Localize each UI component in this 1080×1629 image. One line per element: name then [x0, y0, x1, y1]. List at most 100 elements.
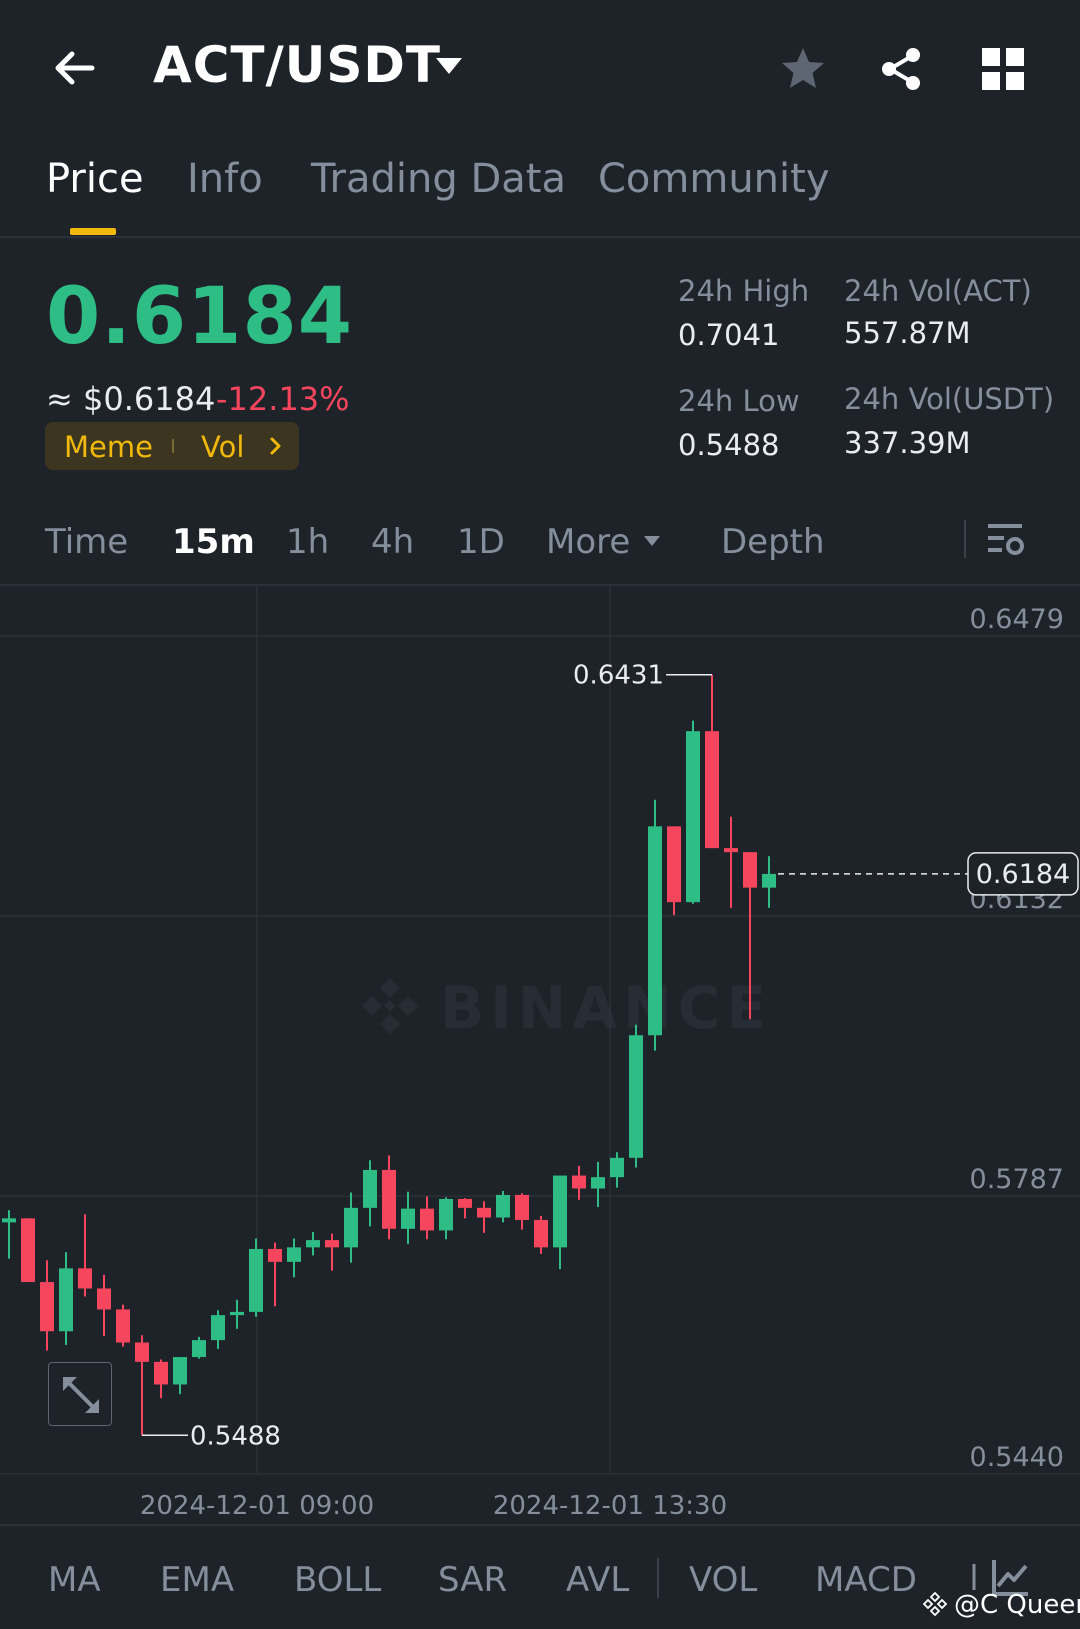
candle-body	[344, 1207, 358, 1248]
24h-low-label: 24h Low	[678, 384, 800, 418]
y-tick: 0.6479	[970, 604, 1064, 635]
candle-body	[78, 1268, 92, 1289]
binance-watermark: BINANCE	[362, 974, 772, 1042]
candle-body	[230, 1311, 244, 1316]
24h-vol-usdt-label: 24h Vol(USDT)	[844, 382, 1055, 416]
candle-body	[363, 1169, 377, 1208]
candle-body	[591, 1177, 605, 1189]
pair-dropdown-icon[interactable]	[432, 52, 466, 82]
interval-time[interactable]: Time	[45, 522, 128, 562]
min-annotation: 0.5488	[142, 1421, 281, 1451]
top-bar: ACT/USDT	[0, 0, 1080, 140]
active-tab-indicator	[70, 228, 116, 235]
candle-body	[724, 848, 738, 853]
candle-body	[192, 1340, 206, 1358]
interval-1h[interactable]: 1h	[286, 522, 329, 562]
candle-body	[610, 1157, 624, 1178]
current-price-label: 0.6184	[976, 859, 1070, 890]
candles	[2, 674, 776, 1436]
candle-body	[648, 826, 662, 1036]
candle-body	[496, 1194, 510, 1218]
tag-separator	[172, 439, 174, 453]
24h-low-value: 0.5488	[678, 428, 780, 462]
candle-body	[2, 1218, 16, 1223]
candle-body	[458, 1198, 472, 1208]
candle-body	[97, 1288, 111, 1310]
tag-vol[interactable]: Vol	[201, 430, 244, 464]
indicator-vol[interactable]: VOL	[689, 1560, 757, 1600]
candle-body	[154, 1361, 168, 1385]
candle-body	[306, 1240, 320, 1248]
binance-logo-icon	[922, 1590, 954, 1620]
candle-body	[515, 1194, 529, 1220]
divider	[0, 236, 1080, 238]
candle-body	[135, 1342, 149, 1362]
candle-body	[629, 1035, 643, 1158]
indicator-ma[interactable]: MA	[48, 1560, 101, 1600]
share-icon[interactable]	[876, 44, 926, 94]
candle-body	[667, 826, 681, 903]
x-tick: 2024-12-01 09:00	[140, 1491, 374, 1521]
divider	[964, 520, 966, 558]
max-annotation: 0.6431	[573, 661, 712, 691]
candle-body	[325, 1240, 339, 1248]
price-change-percent: -12.13%	[216, 380, 350, 418]
y-tick: 0.5440	[970, 1442, 1064, 1473]
candle-body	[762, 873, 776, 888]
candlestick-chart[interactable]: BINANCE 0.6479 0.6132 0.5787 0.5440 2024…	[0, 586, 1080, 1524]
24h-vol-act-value: 557.87M	[844, 316, 971, 350]
indicator-macd[interactable]: MACD	[815, 1560, 917, 1600]
tab-price[interactable]: Price	[46, 156, 144, 202]
depth-tab[interactable]: Depth	[721, 522, 825, 562]
chart-settings-icon[interactable]	[986, 520, 1026, 560]
interval-more[interactable]: More	[546, 522, 630, 562]
interval-4h[interactable]: 4h	[371, 522, 414, 562]
credit-text: @C Queen	[954, 1590, 1080, 1620]
indicator-avl[interactable]: AVL	[566, 1560, 629, 1600]
24h-high-value: 0.7041	[678, 318, 780, 352]
candle-body	[116, 1309, 130, 1343]
favorite-star-icon[interactable]	[778, 44, 828, 94]
tag-meme[interactable]: Meme	[64, 430, 153, 464]
candle-body	[249, 1248, 263, 1312]
candle-body	[268, 1248, 282, 1262]
fullscreen-expand-icon[interactable]	[48, 1362, 112, 1426]
indicator-sar[interactable]: SAR	[438, 1560, 507, 1600]
24h-high-label: 24h High	[678, 274, 810, 308]
tab-info[interactable]: Info	[187, 156, 263, 202]
24h-vol-usdt-value: 337.39M	[844, 426, 971, 460]
x-tick: 2024-12-01 13:30	[493, 1491, 727, 1521]
tag-row[interactable]: Meme Vol	[45, 422, 299, 470]
interval-15m[interactable]: 15m	[172, 522, 255, 562]
interval-1d[interactable]: 1D	[457, 522, 505, 562]
last-price: 0.6184	[46, 272, 353, 362]
tab-community[interactable]: Community	[598, 156, 830, 202]
candle-body	[705, 731, 719, 849]
more-dropdown-icon[interactable]	[642, 533, 662, 547]
min-price-label: 0.5488	[190, 1421, 281, 1451]
pair-title[interactable]: ACT/USDT	[153, 36, 441, 94]
indicator-ema[interactable]: EMA	[160, 1560, 234, 1600]
candle-body	[401, 1208, 415, 1229]
credit-watermark: @C Queen	[922, 1590, 1080, 1620]
watermark-text: BINANCE	[440, 974, 772, 1042]
tab-trading-data[interactable]: Trading Data	[311, 156, 566, 202]
fiat-price: ≈ $0.6184	[46, 380, 216, 418]
candle-body	[553, 1175, 567, 1248]
candle-body	[211, 1315, 225, 1341]
candle-body	[21, 1218, 35, 1283]
back-arrow-icon[interactable]	[48, 42, 100, 94]
indicator-more-clipped[interactable]	[970, 1562, 980, 1592]
grid-menu-icon[interactable]	[980, 46, 1026, 92]
indicator-boll[interactable]: BOLL	[294, 1560, 381, 1600]
candle-body	[382, 1169, 396, 1229]
x-axis: 2024-12-01 09:00 2024-12-01 13:30	[140, 1491, 727, 1521]
candle-body	[40, 1282, 54, 1332]
divider	[0, 1524, 1080, 1526]
candle-body	[420, 1208, 434, 1231]
candle-body	[477, 1207, 491, 1218]
candle-body	[287, 1247, 301, 1262]
candle-body	[439, 1198, 453, 1231]
divider	[657, 1558, 659, 1598]
candle-body	[743, 852, 757, 888]
